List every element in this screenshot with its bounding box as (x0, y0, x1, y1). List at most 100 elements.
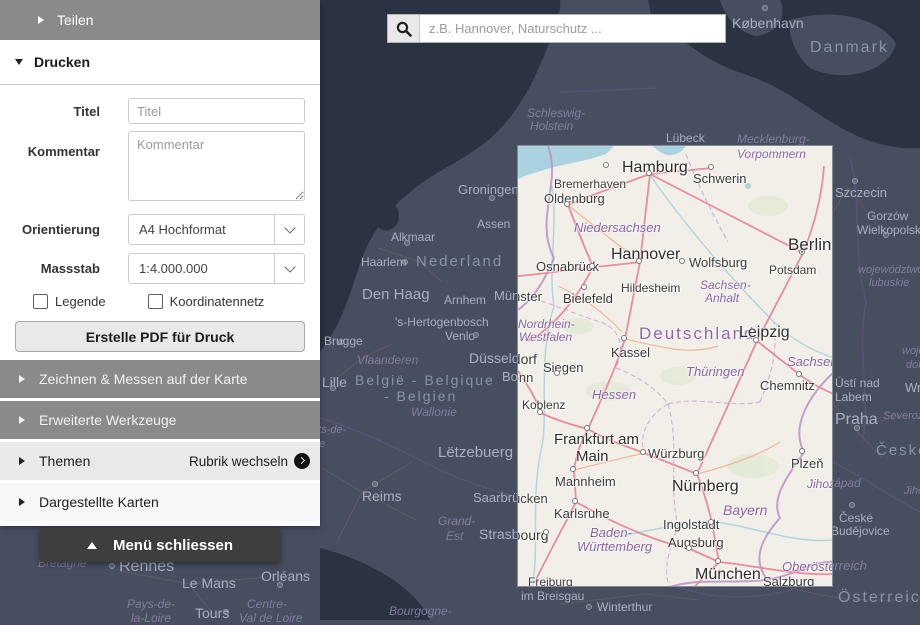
section-teilen[interactable]: Teilen (0, 0, 320, 40)
section-themen-label: Themen (39, 453, 90, 469)
city-marker (554, 370, 560, 376)
legende-label: Legende (55, 294, 106, 309)
city-marker (473, 332, 479, 338)
map-label: Bielefeld (563, 292, 613, 306)
map-label: Wrocław (905, 381, 920, 395)
rubrik-wechseln-label: Rubrik wechseln (189, 454, 288, 469)
map-label: Anhalt (705, 292, 739, 305)
menu-close-label: Menü schliessen (113, 537, 233, 554)
map-label: Baden- (590, 526, 632, 540)
section-themen[interactable]: Themen Rubrik wechseln (0, 442, 320, 480)
map-label: Augsburg (668, 536, 724, 550)
map-label: København (732, 16, 804, 31)
map-label: Haarlem (361, 256, 406, 269)
map-label: Hildesheim (621, 282, 680, 295)
map-label: Grand- (438, 515, 475, 528)
section-drucken-label: Drucken (34, 54, 90, 70)
kommentar-textarea[interactable] (128, 131, 305, 201)
section-zeichnen-messen[interactable]: Zeichnen & Messen auf der Karte (0, 360, 320, 398)
map-label: Groningen (458, 183, 519, 197)
map-label: Mannheim (555, 475, 616, 489)
koordinatennetz-checkbox[interactable] (148, 294, 163, 309)
massstab-row: Massstab 1:4.000.000 (0, 253, 320, 284)
city-marker (762, 5, 768, 11)
map-label: Bayern (723, 503, 767, 518)
map-label: województwo (858, 265, 920, 277)
kommentar-row: Kommentar (0, 131, 320, 206)
city-marker (537, 409, 543, 415)
section-dargestellte-karten[interactable]: Dargestellte Karten (0, 483, 320, 521)
map-label: Münster (517, 290, 542, 304)
orientierung-select[interactable]: A4 Hochformat (128, 214, 305, 245)
map-label: Pays-de- (127, 598, 175, 611)
map-label: Schwerin (693, 172, 746, 186)
map-label: Main (576, 449, 609, 465)
section-drucken[interactable]: Drucken (0, 40, 320, 85)
map-label: Salzburg (763, 575, 814, 587)
titel-row: Titel (0, 98, 320, 124)
section-teilen-label: Teilen (57, 12, 94, 28)
select-chevron-button[interactable] (274, 254, 304, 283)
rubrik-wechseln-link[interactable]: Rubrik wechseln (189, 453, 310, 469)
map-label: Alkmaar (391, 231, 435, 244)
map-label: Berlin (788, 236, 831, 254)
search-input[interactable] (420, 15, 725, 42)
checkbox-row: Legende Koordinatennetz (0, 294, 320, 309)
print-extent-preview[interactable]: VorpommernHamburgSchwerinBremerhavenOlde… (517, 145, 833, 587)
map-label: Le Mans (182, 576, 236, 591)
select-chevron-button[interactable] (274, 215, 304, 244)
city-marker (852, 178, 858, 184)
create-pdf-button[interactable]: Erstelle PDF für Druck (15, 321, 305, 352)
city-marker (679, 258, 685, 264)
map-label: Thüringen (686, 365, 745, 379)
city-marker (223, 609, 229, 615)
search-icon (396, 21, 412, 37)
map-label: Sachsen (787, 355, 833, 369)
orientierung-label: Orientierung (0, 222, 100, 237)
city-marker (543, 529, 549, 535)
city-marker (715, 558, 721, 564)
map-label: Ústí nad (835, 377, 880, 390)
city-marker (640, 449, 646, 455)
section-erweiterte-werkzeuge[interactable]: Erweiterte Werkzeuge (0, 401, 320, 439)
map-label: województwo (902, 346, 920, 358)
map-label: Düsseldorf (517, 352, 537, 367)
map-label: Bremerhaven (554, 178, 626, 191)
map-label: - Belgien (384, 389, 457, 404)
kommentar-label: Kommentar (0, 131, 100, 159)
map-label: Österreich (838, 590, 920, 607)
search-button[interactable] (388, 15, 420, 42)
menu-close-button[interactable]: Menü schliessen (40, 528, 280, 562)
map-label: Jihočeský (904, 486, 920, 498)
city-marker (753, 337, 759, 343)
chevron-down-icon (284, 222, 295, 233)
map-label: Leipzig (739, 325, 790, 342)
map-label: Arnhem (444, 294, 486, 307)
orientierung-value: A4 Hochformat (129, 222, 274, 237)
map-label: Vorpommern (737, 148, 806, 161)
map-label: Sachsen- (700, 279, 751, 292)
map-label: Potsdam (769, 264, 816, 277)
map-label: Česko (876, 443, 920, 459)
city-marker (646, 170, 652, 176)
chevron-down-icon (284, 261, 295, 272)
map-label: Wallonie (411, 406, 457, 419)
legende-checkbox[interactable] (33, 294, 48, 309)
map-label: Danmark (810, 40, 889, 57)
map-label: im Breisgau (521, 590, 584, 603)
map-label: Niedersachsen (574, 221, 661, 235)
chevron-right-icon (19, 375, 25, 383)
map-label: Württemberg (577, 540, 652, 554)
city-marker (636, 258, 642, 264)
map-label: Centre- (247, 598, 287, 611)
map-label: Westfalen (519, 331, 572, 344)
city-marker (109, 563, 115, 569)
massstab-select[interactable]: 1:4.000.000 (128, 253, 305, 284)
map-label: Kassel (611, 346, 650, 360)
city-marker (330, 385, 336, 391)
map-label: Winterthur (597, 601, 652, 614)
map-label: Oberösterreich (782, 560, 833, 574)
map-label: Orléans (261, 569, 310, 584)
titel-input[interactable] (128, 98, 305, 124)
map-label: Val de Loire (239, 612, 303, 625)
